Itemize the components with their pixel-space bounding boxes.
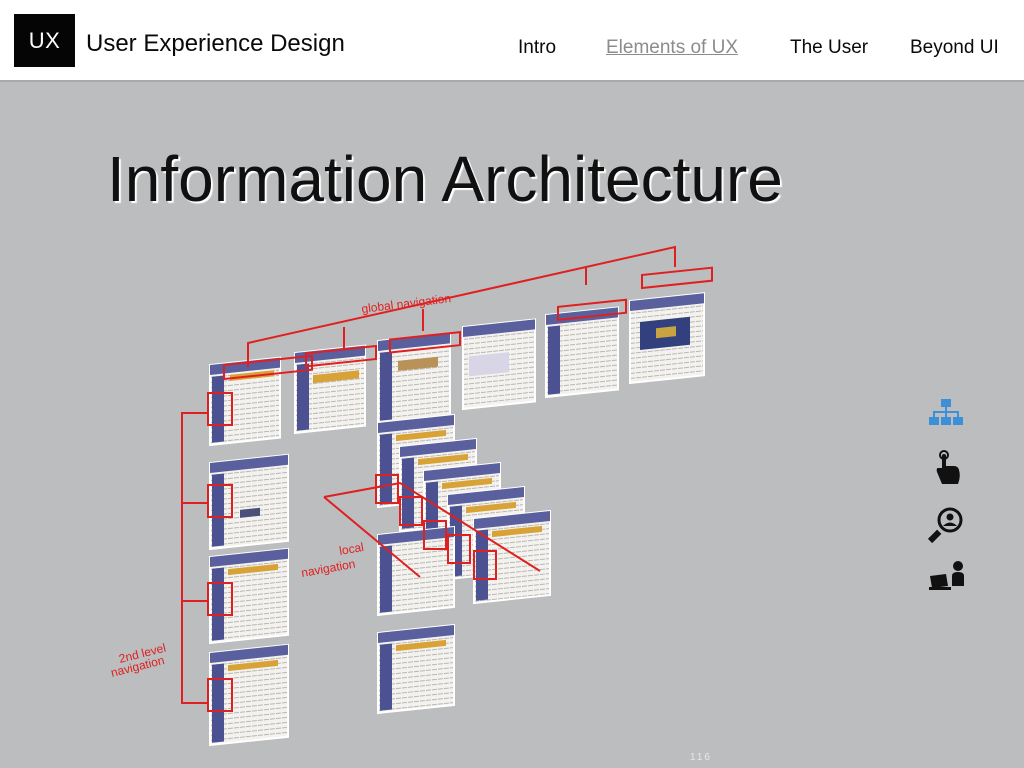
page-thumbnail-top-1	[209, 356, 281, 447]
header-bar: UX User Experience Design Intro Elements…	[0, 0, 1024, 82]
page-thumbnail-local-6	[377, 525, 455, 617]
search-user-icon[interactable]	[926, 504, 966, 544]
logo-box[interactable]: UX	[14, 14, 75, 67]
page-thumbnail-top-6	[629, 292, 705, 385]
label-global-navigation: global navigation	[361, 291, 452, 316]
page-thumbnail-local-7	[377, 623, 455, 715]
label-local: local	[338, 540, 365, 558]
page-thumbnail-left-1	[209, 453, 289, 551]
sitemap-icon[interactable]	[926, 395, 966, 435]
user-laptop-icon[interactable]	[926, 558, 966, 598]
page-thumbnail-local-5	[473, 509, 551, 605]
nav-elements-of-ux[interactable]: Elements of UX	[606, 37, 738, 59]
ia-diagram: global navigation local navigation 2nd l…	[109, 245, 713, 747]
label-local-navigation: navigation	[300, 557, 356, 580]
page-thumbnail-left-3	[209, 643, 289, 747]
page-number: 116	[690, 752, 712, 763]
touch-hand-icon[interactable]	[926, 448, 966, 488]
page-thumbnail-top-4	[462, 318, 536, 411]
page-thumbnail-top-5	[545, 306, 619, 399]
site-title[interactable]: User Experience Design	[86, 30, 345, 58]
nav-the-user[interactable]: The User	[790, 37, 868, 59]
slide-title: Information Architecture	[107, 143, 783, 215]
page-thumbnail-left-2	[209, 547, 289, 645]
nav-intro[interactable]: Intro	[518, 37, 556, 59]
nav-beyond-ui[interactable]: Beyond UI	[910, 37, 999, 59]
